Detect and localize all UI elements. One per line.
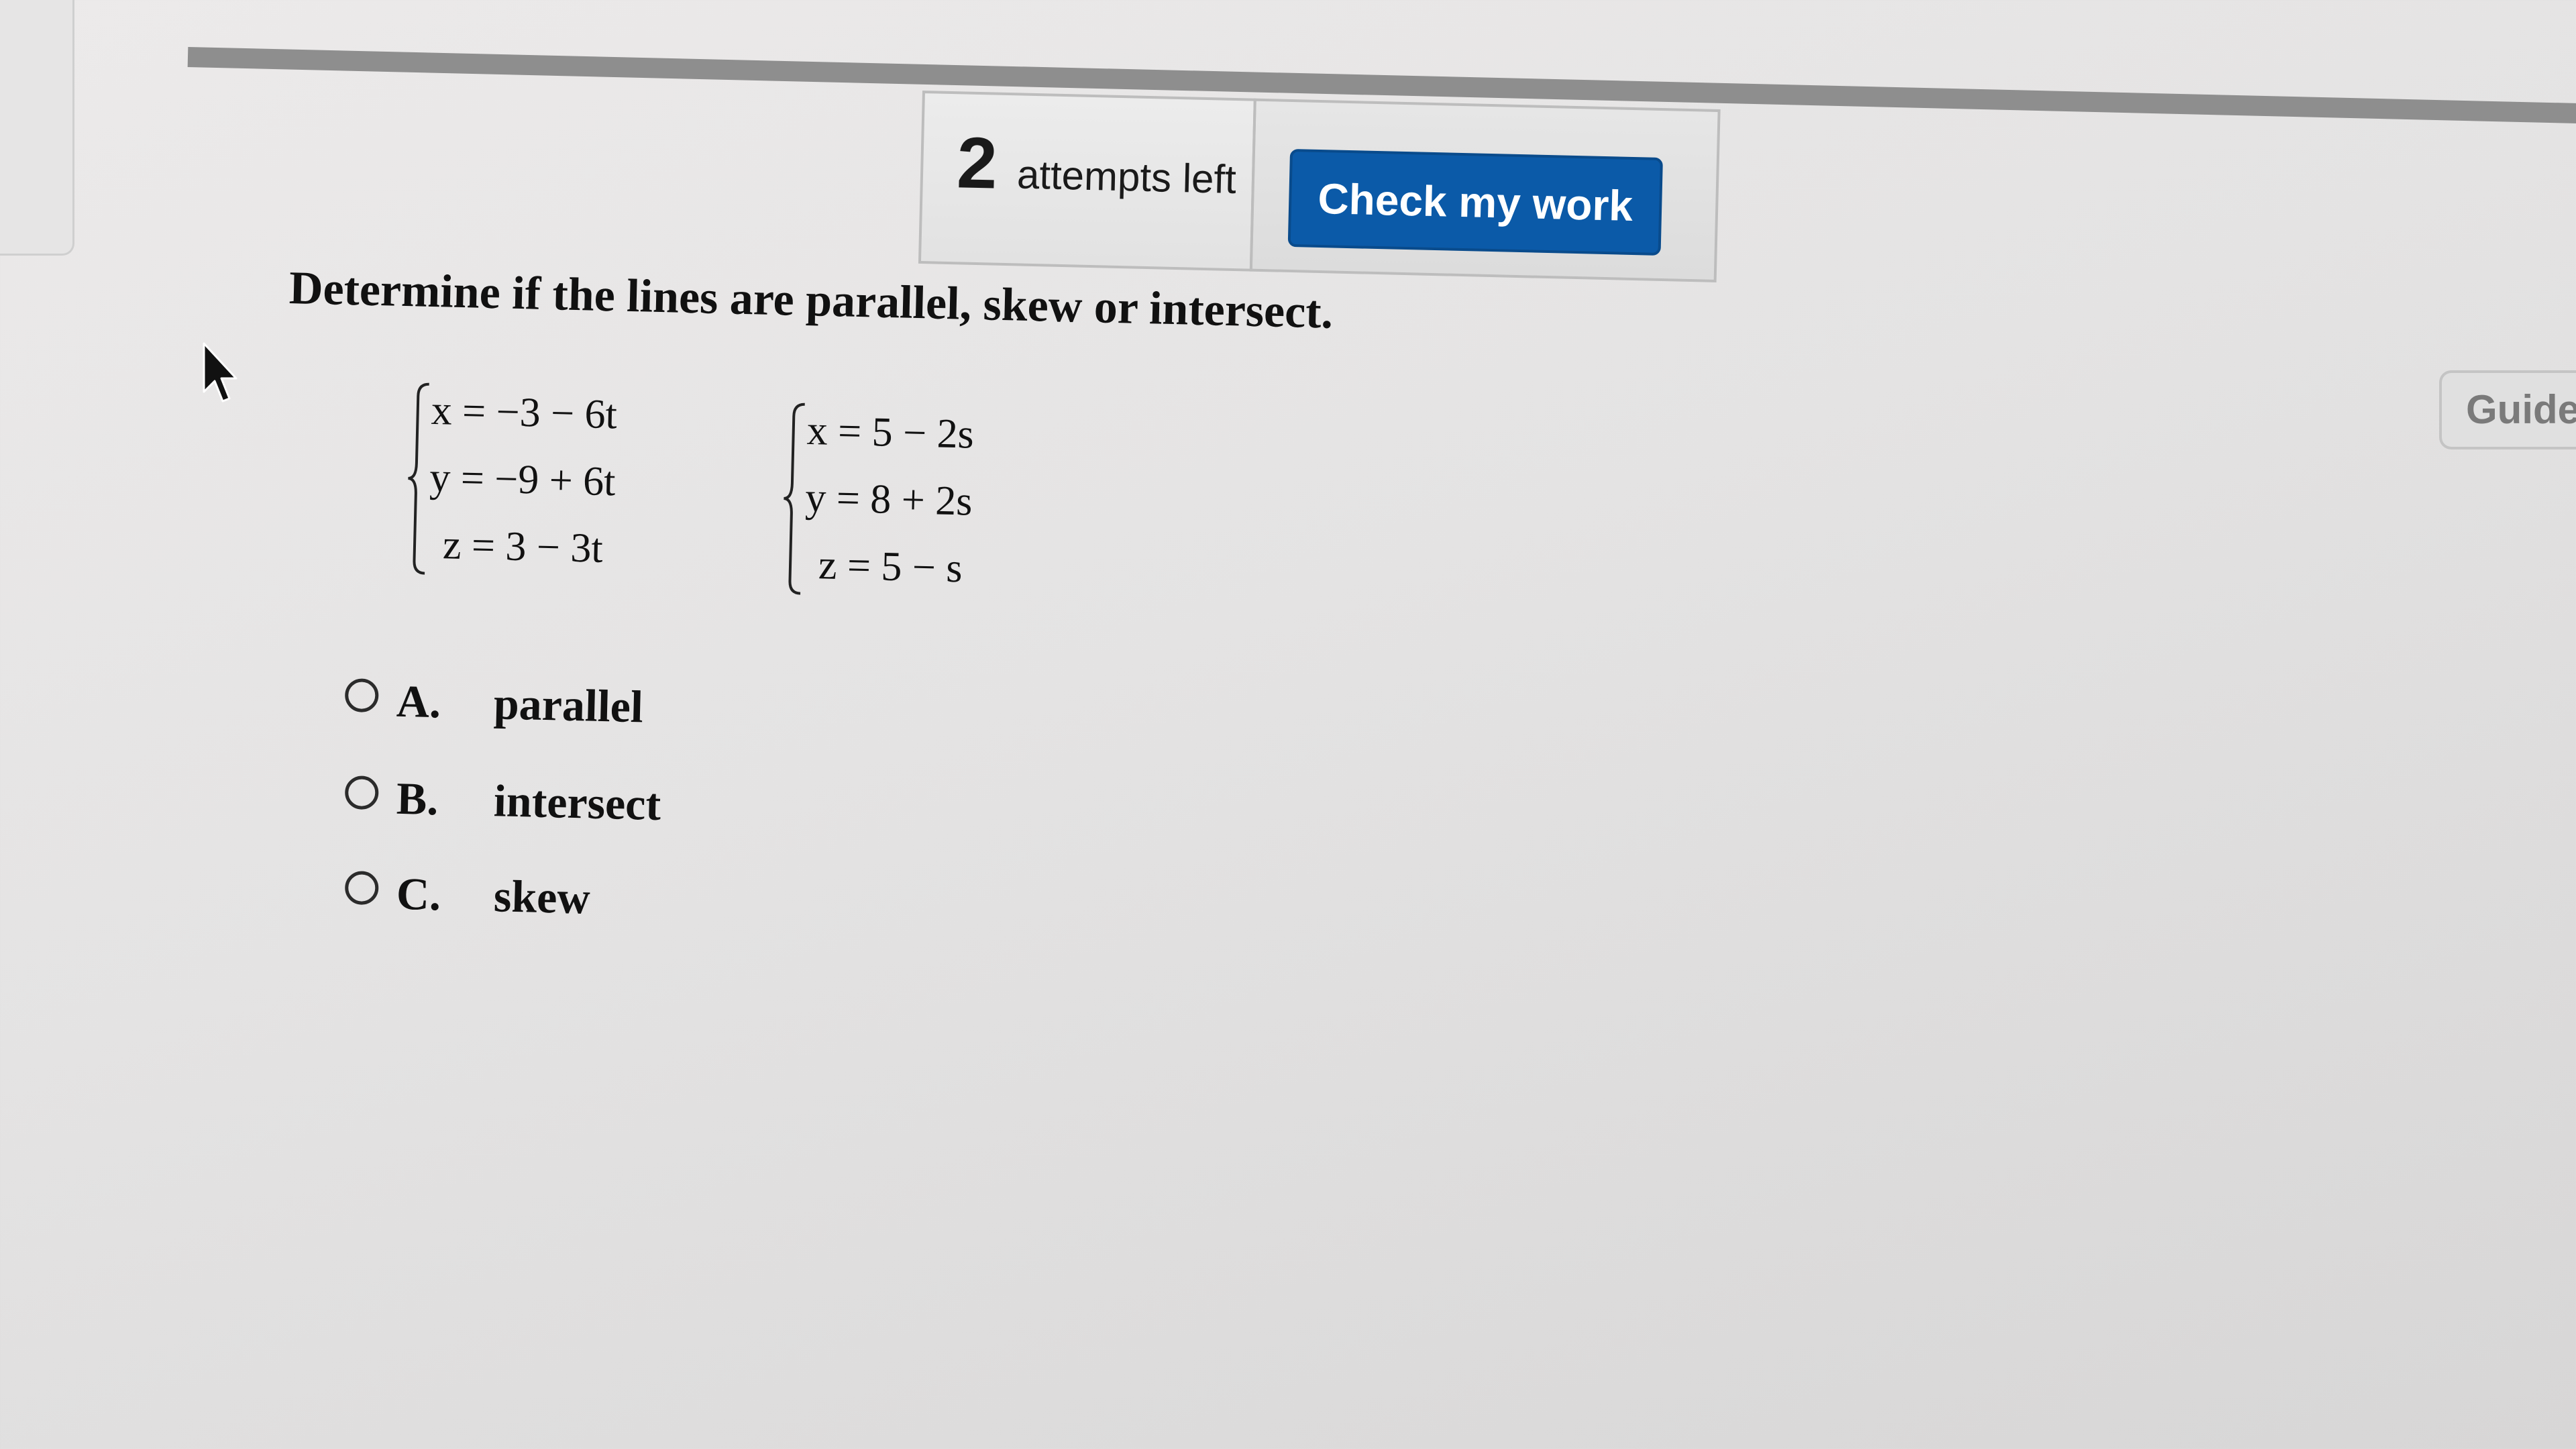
- line-1-z-equation: z = 3 − 3t: [442, 522, 604, 572]
- line-2-y-equation: y = 8 + 2s: [804, 474, 973, 525]
- line-1-equations: x = −3 − 6t y = −9 + 6t z = 3 − 3t: [403, 376, 690, 590]
- option-text[interactable]: intersect: [493, 775, 661, 830]
- radio-button[interactable]: [344, 775, 379, 810]
- line-1-x-equation: x = −3 − 6t: [430, 387, 618, 438]
- line-2-z-equation: z = 5 − s: [818, 542, 963, 592]
- check-work-panel: Check my work: [1249, 98, 1721, 282]
- attempts-count: 2: [956, 121, 998, 204]
- option-letter: C.: [396, 867, 442, 920]
- guided-solution-tab[interactable]: Guided: [2439, 370, 2576, 449]
- attempts-label: attempts left: [1016, 152, 1237, 203]
- mouse-cursor-icon: [203, 342, 237, 402]
- answer-option-a[interactable]: A. parallel: [344, 674, 815, 739]
- line-2-x-equation: x = 5 − 2s: [806, 407, 975, 458]
- option-letter: A.: [396, 675, 442, 728]
- assignment-toolbar: 2 attempts left Check my work: [918, 91, 1721, 284]
- answer-option-c[interactable]: C. skew: [344, 867, 815, 931]
- line-2-equations: x = 5 − 2s y = 8 + 2s z = 5 − s: [779, 396, 1065, 610]
- option-text[interactable]: skew: [493, 870, 590, 923]
- radio-button[interactable]: [344, 678, 379, 713]
- option-letter: B.: [396, 772, 439, 825]
- attempts-indicator: 2 attempts left: [918, 91, 1256, 272]
- line-1-y-equation: y = −9 + 6t: [429, 454, 616, 505]
- question-prompt: Determine if the lines are parallel, ske…: [288, 262, 1334, 339]
- check-my-work-button[interactable]: Check my work: [1287, 148, 1663, 256]
- answer-option-b[interactable]: B. intersect: [344, 771, 815, 836]
- option-text[interactable]: parallel: [493, 678, 644, 732]
- radio-button[interactable]: [344, 870, 379, 906]
- left-side-panel: [0, 0, 74, 256]
